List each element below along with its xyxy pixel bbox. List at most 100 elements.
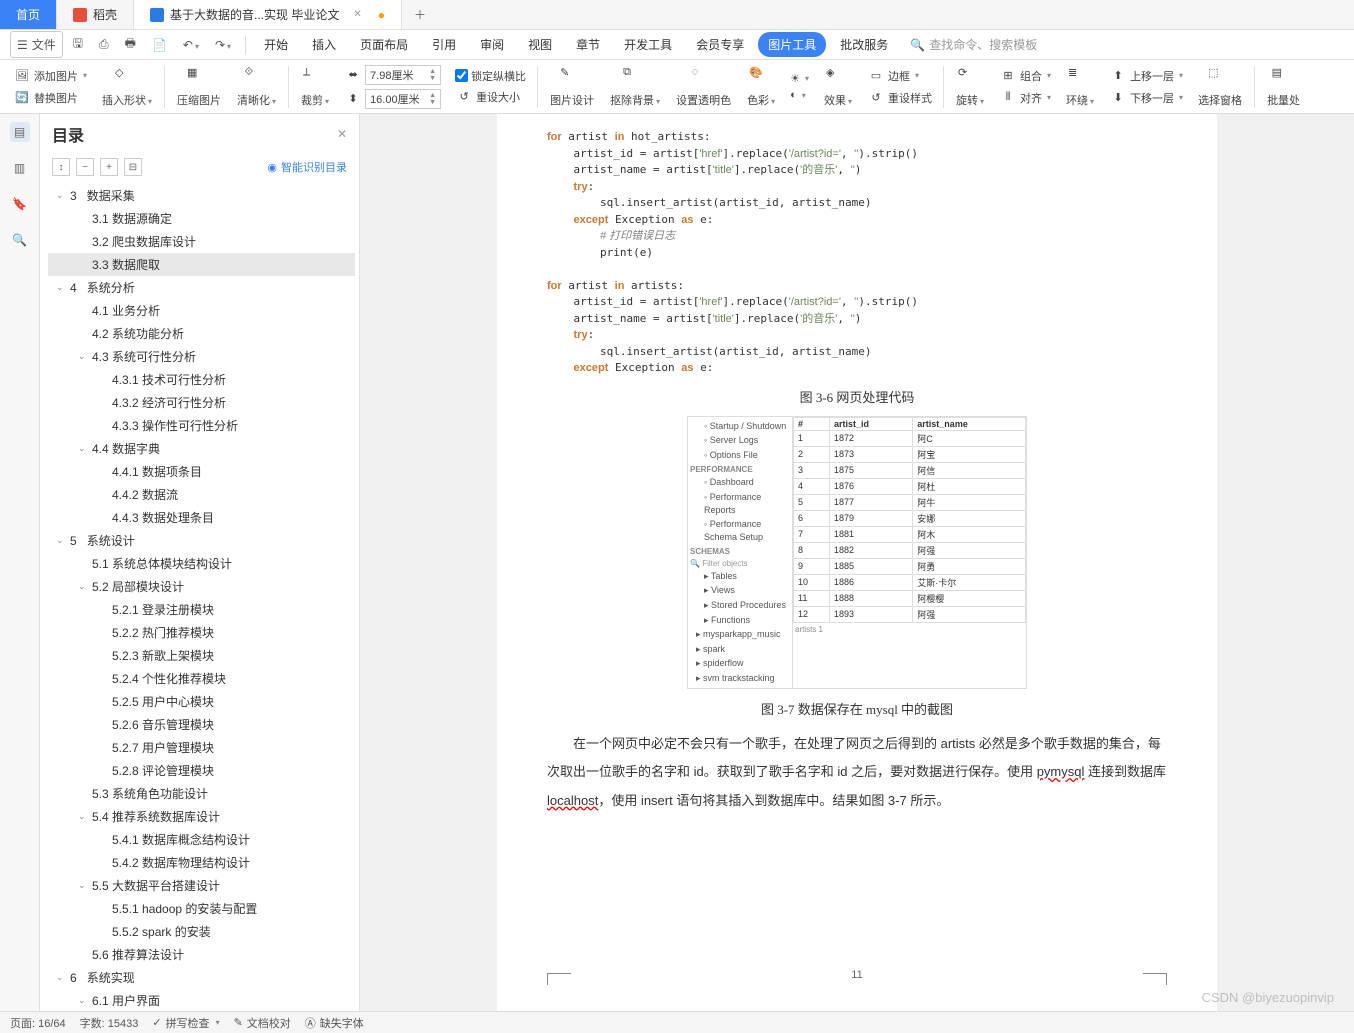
move-down-button[interactable]: ⬇下移一层▾: [1106, 88, 1186, 108]
outline-item[interactable]: 5.5.2 spark 的安装: [48, 920, 355, 943]
clarity-button[interactable]: ⟐清晰化▾: [233, 66, 280, 108]
close-icon[interactable]: ✕: [353, 9, 361, 20]
outline-item[interactable]: 3.2 爬虫数据库设计: [48, 230, 355, 253]
outline-icon[interactable]: ▤: [10, 122, 30, 142]
lock-ratio-checkbox[interactable]: 锁定纵横比: [452, 67, 529, 85]
add-tab-button[interactable]: ＋: [402, 0, 438, 29]
proof-button[interactable]: ✎文档校对: [234, 1015, 291, 1031]
outline-tree[interactable]: ⌄3数据采集3.1 数据源确定3.2 爬虫数据库设计3.3 数据爬取⌄4系统分析…: [40, 184, 359, 1011]
outline-collapse-all[interactable]: ⊟: [124, 158, 142, 176]
remove-bg-button[interactable]: ⧉抠除背景▾: [606, 66, 664, 108]
outline-item[interactable]: 5.2.2 热门推荐模块: [48, 621, 355, 644]
combine-button[interactable]: ⊞组合▾: [996, 66, 1054, 86]
outline-expand-all[interactable]: ↕: [52, 158, 70, 176]
select-pane-button[interactable]: ⬚选择窗格: [1194, 66, 1246, 108]
outline-collapse[interactable]: −: [76, 158, 94, 176]
outline-item[interactable]: 5.2.6 音乐管理模块: [48, 713, 355, 736]
menu-tab[interactable]: 视图: [518, 32, 562, 57]
rotate-button[interactable]: ⟳旋转▾: [952, 66, 988, 108]
print-icon[interactable]: 🖶: [119, 30, 142, 59]
close-outline-icon[interactable]: ✕: [337, 127, 347, 141]
wrap-button[interactable]: ≣环绕▾: [1062, 66, 1098, 108]
tab-document[interactable]: 基于大数据的音...实现 毕业论文 ✕ ●: [134, 0, 402, 29]
undo-icon[interactable]: ↶▾: [177, 34, 205, 56]
batch-button[interactable]: ▤批量处: [1263, 66, 1304, 108]
print-icon-2[interactable]: 📄: [146, 34, 173, 56]
save-icon[interactable]: 🖫: [67, 30, 89, 59]
outline-item[interactable]: 5.2.3 新歌上架模块: [48, 644, 355, 667]
outline-item[interactable]: 5.6 推荐算法设计: [48, 943, 355, 966]
outline-item[interactable]: 4.3.1 技术可行性分析: [48, 368, 355, 391]
outline-item[interactable]: ⌄5系统设计: [48, 529, 355, 552]
outline-item[interactable]: 3.1 数据源确定: [48, 207, 355, 230]
height-input[interactable]: ⬍16.00厘米▲▼: [341, 88, 444, 110]
border-button[interactable]: ▭边框▾: [864, 66, 935, 86]
menu-tab[interactable]: 会员专享: [686, 32, 754, 57]
move-up-button[interactable]: ⬆上移一层▾: [1106, 66, 1186, 86]
menu-tab[interactable]: 开发工具: [614, 32, 682, 57]
menu-tab[interactable]: 审阅: [470, 32, 514, 57]
page-indicator[interactable]: 页面: 16/64: [10, 1015, 66, 1031]
insert-shape-button[interactable]: ◇插入形状▾: [98, 66, 156, 108]
outline-item[interactable]: 5.2.5 用户中心模块: [48, 690, 355, 713]
outline-item[interactable]: 4.4.3 数据处理条目: [48, 506, 355, 529]
document-area[interactable]: for artist in hot_artists: artist_id = a…: [360, 114, 1354, 1011]
missing-font[interactable]: Ⓐ缺失字体: [305, 1015, 364, 1031]
replace-image-button[interactable]: 🔄替换图片: [10, 88, 90, 108]
menu-tab[interactable]: 页面布局: [350, 32, 418, 57]
menu-tab-picture-tools[interactable]: 图片工具: [758, 32, 826, 57]
outline-item[interactable]: 4.1 业务分析: [48, 299, 355, 322]
file-menu[interactable]: ☰ 文件: [10, 31, 63, 58]
pic-design-button[interactable]: ✎图片设计: [546, 66, 598, 108]
outline-item[interactable]: 4.4.2 数据流: [48, 483, 355, 506]
outline-item[interactable]: 5.5.1 hadoop 的安装与配置: [48, 897, 355, 920]
outline-item[interactable]: 5.4.1 数据库概念结构设计: [48, 828, 355, 851]
outline-item[interactable]: 4.3.2 经济可行性分析: [48, 391, 355, 414]
print-preview-icon[interactable]: ⎙: [93, 33, 115, 56]
outline-item[interactable]: ⌄5.2 局部模块设计: [48, 575, 355, 598]
smart-toc-button[interactable]: ◉ 智能识别目录: [267, 159, 347, 175]
nav-icon[interactable]: ▥: [10, 158, 30, 178]
command-search[interactable]: 🔍 查找命令、搜索模板: [910, 36, 1037, 53]
outline-item[interactable]: 5.2.8 评论管理模块: [48, 759, 355, 782]
outline-item[interactable]: ⌄4系统分析: [48, 276, 355, 299]
outline-item[interactable]: 5.3 系统角色功能设计: [48, 782, 355, 805]
bookmark-icon[interactable]: 🔖: [10, 194, 30, 214]
tab-daoke[interactable]: 稻壳: [57, 0, 134, 29]
outline-item[interactable]: ⌄3数据采集: [48, 184, 355, 207]
outline-item[interactable]: ⌄4.3 系统可行性分析: [48, 345, 355, 368]
outline-item[interactable]: 5.2.4 个性化推荐模块: [48, 667, 355, 690]
outline-item[interactable]: ⌄5.4 推荐系统数据库设计: [48, 805, 355, 828]
outline-item[interactable]: 5.2.1 登录注册模块: [48, 598, 355, 621]
outline-item[interactable]: 5.2.7 用户管理模块: [48, 736, 355, 759]
outline-item[interactable]: 5.1 系统总体模块结构设计: [48, 552, 355, 575]
outline-item[interactable]: 4.2 系统功能分析: [48, 322, 355, 345]
outline-item[interactable]: 4.3.3 操作性可行性分析: [48, 414, 355, 437]
menu-tab[interactable]: 开始: [254, 32, 298, 57]
compress-button[interactable]: ▦压缩图片: [173, 66, 225, 108]
outline-item[interactable]: ⌄5.5 大数据平台搭建设计: [48, 874, 355, 897]
color-button[interactable]: 🎨色彩▾: [743, 66, 779, 108]
menu-tab[interactable]: 插入: [302, 32, 346, 57]
word-count[interactable]: 字数: 15433: [80, 1015, 139, 1031]
crop-button[interactable]: ⟂裁剪▾: [297, 66, 333, 108]
contrast-button[interactable]: ◐▾: [787, 88, 812, 102]
outline-item[interactable]: 4.4.1 数据项条目: [48, 460, 355, 483]
outline-item[interactable]: ⌄6.1 用户界面: [48, 989, 355, 1011]
reset-size-button[interactable]: ↺重设大小: [452, 87, 529, 107]
menu-tab[interactable]: 章节: [566, 32, 610, 57]
align-button[interactable]: ⫴对齐▾: [996, 88, 1054, 108]
menu-tab[interactable]: 引用: [422, 32, 466, 57]
menu-tab-extra[interactable]: 批改服务: [830, 32, 898, 57]
brightness-button[interactable]: ☀▾: [787, 71, 812, 86]
outline-item[interactable]: 5.4.2 数据库物理结构设计: [48, 851, 355, 874]
spell-check[interactable]: ✓拼写检查▾: [152, 1015, 219, 1031]
redo-icon[interactable]: ↷▾: [209, 34, 237, 56]
effect-button[interactable]: ◈效果▾: [820, 66, 856, 108]
set-trans-button[interactable]: ◌设置透明色: [672, 66, 735, 108]
outline-expand[interactable]: +: [100, 158, 118, 176]
outline-item[interactable]: 3.3 数据爬取: [48, 253, 355, 276]
reset-style-button[interactable]: ↺重设样式: [864, 88, 935, 108]
tab-home[interactable]: 首页: [0, 0, 57, 29]
outline-item[interactable]: ⌄4.4 数据字典: [48, 437, 355, 460]
